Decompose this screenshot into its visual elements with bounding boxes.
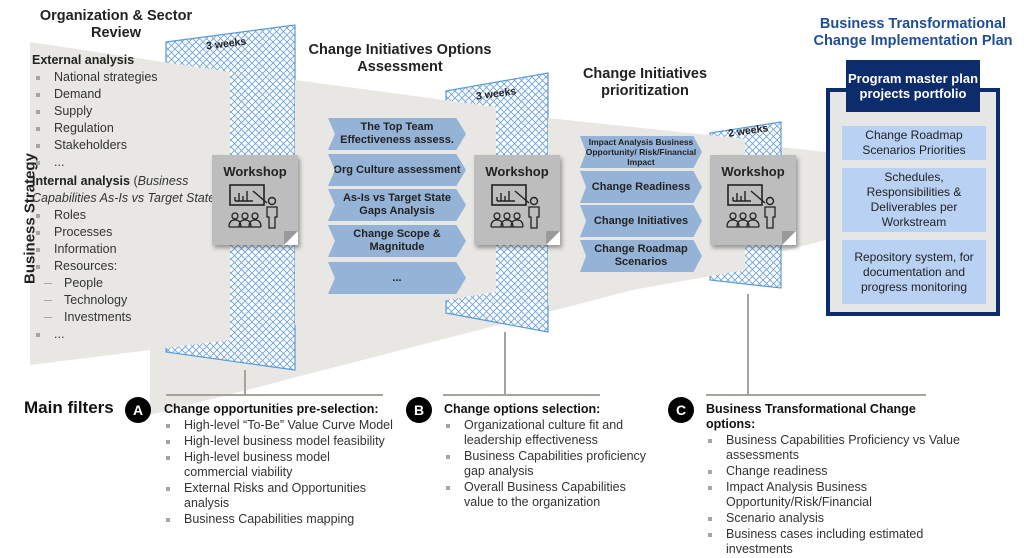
list-item: ...: [32, 154, 222, 171]
chevron-change-scope: Change Scope & Magnitude: [328, 225, 466, 257]
list-item: Demand: [32, 86, 222, 103]
plan-item-roadmap-priorities: Change Roadmap Scenarios Priorities: [842, 126, 986, 160]
external-analysis-heading: External analysis: [32, 53, 135, 67]
filter-heading: Business Transformational Change options…: [706, 402, 916, 431]
sub-list-item: Technology: [32, 292, 222, 309]
list-item: National strategies: [32, 69, 222, 86]
filter-heading: Change options selection:: [444, 402, 601, 416]
list-item: ...: [32, 326, 222, 343]
list-item: Change readiness: [706, 464, 966, 479]
filter-group-b: Change options selection: Organizational…: [444, 402, 654, 511]
chevron-more: ...: [328, 262, 466, 294]
chevron-gaps-analysis: As-Is vs Target State Gaps Analysis: [328, 189, 466, 221]
external-analysis-list: National strategies Demand Supply Regula…: [32, 69, 222, 171]
chevron-top-team-effectiveness: The Top Team Effectiveness assess.: [328, 118, 466, 150]
stage-title-prioritization: Change Initiatives prioritization: [582, 66, 708, 99]
filter-list: High-level “To-Be” Value Curve Model Hig…: [164, 418, 394, 527]
list-item: Regulation: [32, 120, 222, 137]
workshop-label: Workshop: [485, 164, 549, 179]
plan-header: Program master plan projects portfolio: [846, 60, 980, 112]
list-item: Organizational culture fit and leadershi…: [444, 418, 654, 448]
list-item: Information: [32, 241, 222, 258]
filter-list: Business Capabilities Proficiency vs Val…: [706, 433, 966, 557]
list-item: High-level business model commercial via…: [164, 450, 394, 480]
list-item: Roles: [32, 207, 222, 224]
plan-item-repository: Repository system, for documentation and…: [842, 240, 986, 304]
chevron-impact-analysis: Impact Analysis Business Opportunity/ Ri…: [580, 136, 702, 168]
list-item: Scenario analysis: [706, 511, 966, 526]
filter-badge-c: C: [668, 397, 694, 423]
list-item: Business cases including estimated inves…: [706, 527, 966, 557]
review-panel: External analysis National strategies De…: [32, 52, 222, 343]
list-item: Impact Analysis Business Opportunity/Ris…: [706, 480, 966, 510]
stage-title-assessment: Change Initiatives Options Assessment: [308, 42, 492, 75]
filter-list: Organizational culture fit and leadershi…: [444, 418, 654, 510]
page-fold: [284, 231, 298, 245]
stage-title-implementation: Business Transformational Change Impleme…: [813, 16, 1013, 49]
filter-group-c: Business Transformational Change options…: [706, 402, 966, 558]
main-filters-title: Main filters: [24, 398, 114, 417]
page-fold: [546, 231, 560, 245]
chevron-change-initiatives: Change Initiatives: [580, 205, 702, 237]
filter-badge-b: B: [406, 397, 432, 423]
list-item: Resources:: [32, 258, 222, 275]
internal-heading-open: (: [129, 174, 138, 188]
chevron-roadmap-scenarios: Change Roadmap Scenarios: [580, 240, 702, 272]
sub-list-item: Investments: [32, 309, 222, 326]
list-item: Overall Business Capabilities value to t…: [444, 480, 654, 510]
filter-badge-a: A: [125, 397, 151, 423]
internal-analysis-list: Roles Processes Information Resources: P…: [32, 207, 222, 343]
sub-list-item: People: [32, 275, 222, 292]
list-item: High-level “To-Be” Value Curve Model: [164, 418, 394, 433]
list-item: Supply: [32, 103, 222, 120]
list-item: Business Capabilities Proficiency vs Val…: [706, 433, 966, 463]
workshop-card-1: Workshop: [212, 155, 298, 245]
filter-group-a: Change opportunities pre-selection: High…: [164, 402, 394, 528]
workshop-label: Workshop: [721, 164, 785, 179]
list-item: Business Capabilities proficiency gap an…: [444, 449, 654, 479]
page-fold: [782, 231, 796, 245]
internal-analysis-heading: Internal analysis (Business Capabilities…: [32, 173, 222, 207]
internal-heading-bold: Internal analysis: [32, 174, 130, 188]
plan-item-schedules: Schedules, Responsibilities & Deliverabl…: [842, 168, 986, 232]
list-item: External Risks and Opportunities analysi…: [164, 481, 394, 511]
presentation-icon: [228, 184, 278, 229]
chevron-org-culture: Org Culture assessment: [328, 154, 466, 186]
filter-heading: Change opportunities pre-selection:: [164, 402, 379, 416]
list-item: Processes: [32, 224, 222, 241]
workshop-card-2: Workshop: [474, 155, 560, 245]
list-item: Stakeholders: [32, 137, 222, 154]
list-item: High-level business model feasibility: [164, 434, 394, 449]
chevron-change-readiness: Change Readiness: [580, 171, 702, 203]
stage-title-review: Organization & Sector Review: [39, 8, 193, 41]
presentation-icon: [726, 184, 776, 229]
workshop-card-3: Workshop: [710, 155, 796, 245]
list-item: Business Capabilities mapping: [164, 512, 394, 527]
presentation-icon: [490, 184, 540, 229]
workshop-label: Workshop: [223, 164, 287, 179]
